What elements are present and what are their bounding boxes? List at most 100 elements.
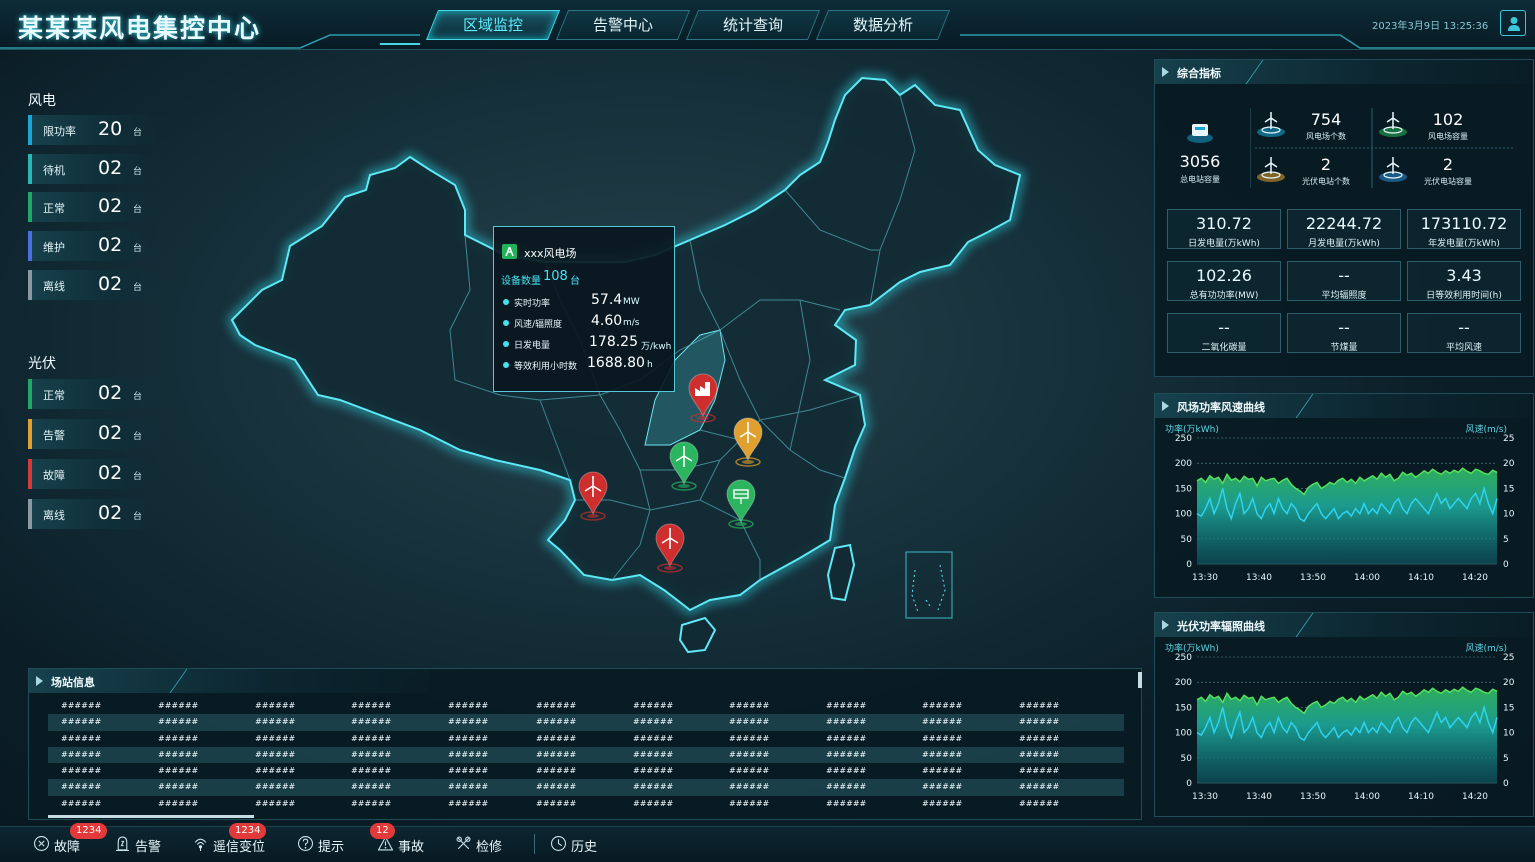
footer-fault-button[interactable]: 故障 1234 — [34, 823, 108, 862]
tooltip-row: 日发电量 178.25 万/kwh — [501, 334, 671, 352]
wind-power-speed-chart: 功率(万kWh) 风速(m/s)0 050 5100 10150 15200 20250 25… — [1165, 424, 1515, 583]
status-color-bar — [28, 153, 32, 184]
bullet-dot — [503, 362, 509, 368]
x-tick-label: 14:20 — [1462, 573, 1488, 583]
caret-right-icon — [1162, 67, 1169, 77]
wind-status-3[interactable]: 维护 02 台 — [28, 231, 160, 262]
table-cell: ###### — [61, 798, 102, 808]
table-row[interactable]: ###### ###### ###### ###### ###### ###### ####… — [48, 796, 1124, 812]
wind-status-4[interactable]: 离线 02 台 — [28, 269, 160, 300]
solar-status-2[interactable]: 故障 02 台 — [28, 459, 160, 489]
table-cell: ###### — [922, 749, 963, 759]
tooltip-row: 等效利用小时数 1688.80 h — [501, 355, 671, 373]
horizontal-scrollbar[interactable] — [48, 815, 254, 818]
datetime-display: 2023年3月9日 13:25:36 — [1372, 21, 1489, 32]
bell-icon — [116, 836, 129, 851]
table-row[interactable]: ###### ###### ###### ###### ###### ###### ####… — [48, 763, 1124, 779]
y-tick-label: 0 — [1186, 560, 1192, 570]
table-cell: ###### — [633, 798, 674, 808]
table-cell: ###### — [729, 782, 770, 792]
station-tooltip: xxx风电场 设备数量 108 台 实时功率 57.4 MW 风速/辐照度 4.60 m/… — [493, 226, 675, 392]
metric-box: -- 节煤量 — [1287, 313, 1401, 353]
footer-signal-change-button[interactable]: 遥信变位 1234 — [193, 823, 283, 862]
table-cell: ###### — [922, 798, 963, 808]
tooltip-row: 风速/辐照度 4.60 m/s — [501, 313, 671, 331]
tooltip-row-value: 178.25 — [589, 334, 638, 350]
status-color-bar — [28, 499, 32, 529]
status-label: 维护 — [43, 241, 65, 255]
status-label: 正常 — [43, 389, 65, 402]
table-cell: ###### — [633, 782, 674, 792]
table-cell: ###### — [448, 798, 489, 808]
table-row[interactable]: ###### ###### ###### ###### ###### ###### ####… — [48, 746, 1124, 764]
table-row[interactable]: ###### ###### ###### ###### ###### ###### ####… — [48, 714, 1124, 731]
footer-history-button[interactable]: 历史 — [551, 826, 611, 862]
solar-status-1[interactable]: 告警 02 台 — [28, 419, 160, 449]
footer-maintenance-button[interactable]: 检修 — [456, 826, 516, 862]
y2-tick-label: 10 — [1503, 510, 1515, 520]
nav-tab-region-monitor[interactable]: 区域监控 — [425, 10, 561, 40]
table-cell: ###### — [729, 717, 770, 727]
table-cell: ###### — [633, 733, 674, 743]
table-cell: ###### — [351, 798, 392, 808]
x-tick-label: 14:00 — [1354, 792, 1380, 802]
nav-tab-data-analysis[interactable]: 数据分析 — [815, 10, 951, 40]
footer-tip-button[interactable]: 提示 — [298, 826, 358, 862]
status-label: 故障 — [43, 469, 65, 482]
user-icon — [1508, 17, 1520, 31]
y2-tick-label: 15 — [1503, 703, 1514, 713]
wind-status-0[interactable]: 限功率 20 台 — [28, 115, 160, 145]
wind-group-label: 风电 — [28, 93, 56, 109]
status-count: 20 — [98, 118, 123, 140]
y2-tick-label: 0 — [1503, 560, 1509, 570]
solar-status-0[interactable]: 正常 02 台 — [28, 379, 160, 409]
metric-value: -- — [1338, 318, 1350, 337]
metric-box: 102.26 总有功功率(MW) — [1167, 261, 1281, 301]
metric-value: -- — [1338, 266, 1350, 285]
indicator-label: 风电场容量 — [1428, 132, 1468, 141]
panel-header: 光伏功率辐照曲线 — [1155, 613, 1533, 637]
footer-warning-button[interactable]: 告警 — [115, 826, 175, 862]
device-count-unit: 台 — [570, 276, 580, 287]
caret-right-icon — [1162, 401, 1169, 411]
caret-right-icon — [1162, 620, 1169, 630]
table-cell: ###### — [158, 798, 199, 808]
bullet-dot — [503, 299, 509, 305]
nav-tab-alarm-center[interactable]: 告警中心 — [555, 10, 691, 40]
table-cell: ###### — [351, 701, 392, 710]
table-cell: ###### — [448, 782, 489, 792]
caret-right-icon — [36, 676, 43, 686]
nav-tab-statistics[interactable]: 统计查询 — [685, 10, 821, 40]
table-cell: ###### — [536, 749, 577, 759]
table-cell: ###### — [536, 782, 577, 792]
table-row[interactable]: ###### ###### ###### ###### ###### ###### ####… — [48, 779, 1124, 796]
table-cell: ###### — [351, 749, 392, 759]
footer-label: 告警 — [135, 840, 162, 855]
x-tick-label: 14:10 — [1408, 792, 1434, 802]
panel-title: 场站信息 — [51, 676, 95, 689]
total-capacity-value: 3056 — [1179, 152, 1221, 171]
wind-status-1[interactable]: 待机 02 台 — [28, 153, 160, 184]
x-tick-label: 14:20 — [1462, 792, 1488, 802]
table-cell: ###### — [61, 766, 102, 776]
table-cell: ###### — [351, 782, 392, 792]
table-cell: ###### — [826, 701, 867, 710]
y-axis-label-right: 风速(m/s) — [1465, 424, 1507, 435]
table-row[interactable]: ###### ###### ###### ###### ###### ###### ####… — [48, 731, 1124, 747]
table-cell: ###### — [255, 701, 296, 710]
y-tick-label: 200 — [1175, 459, 1192, 469]
status-color-bar — [28, 379, 32, 409]
top-header: 某某某风电集控中心 区域监控 告警中心 统计查询 数据分析 2023年3月9日 … — [0, 0, 1535, 50]
metric-value: 310.72 — [1196, 214, 1252, 233]
table-row[interactable]: ###### ###### ###### ###### ###### ###### ####… — [48, 698, 1124, 714]
footer-accident-button[interactable]: 事故 12 — [370, 823, 438, 862]
wind-status-2[interactable]: 正常 02 台 — [28, 192, 160, 223]
table-cell: ###### — [536, 733, 577, 743]
y2-tick-label: 10 — [1503, 729, 1515, 739]
metric-box: 310.72 日发电量(万kWh) — [1167, 209, 1281, 249]
vertical-scrollbar[interactable] — [1138, 672, 1142, 688]
bullet-dot — [503, 341, 509, 347]
solar-status-3[interactable]: 离线 02 台 — [28, 499, 160, 529]
tooltip-row: 实时功率 57.4 MW — [501, 292, 671, 310]
user-button[interactable] — [1500, 10, 1526, 36]
